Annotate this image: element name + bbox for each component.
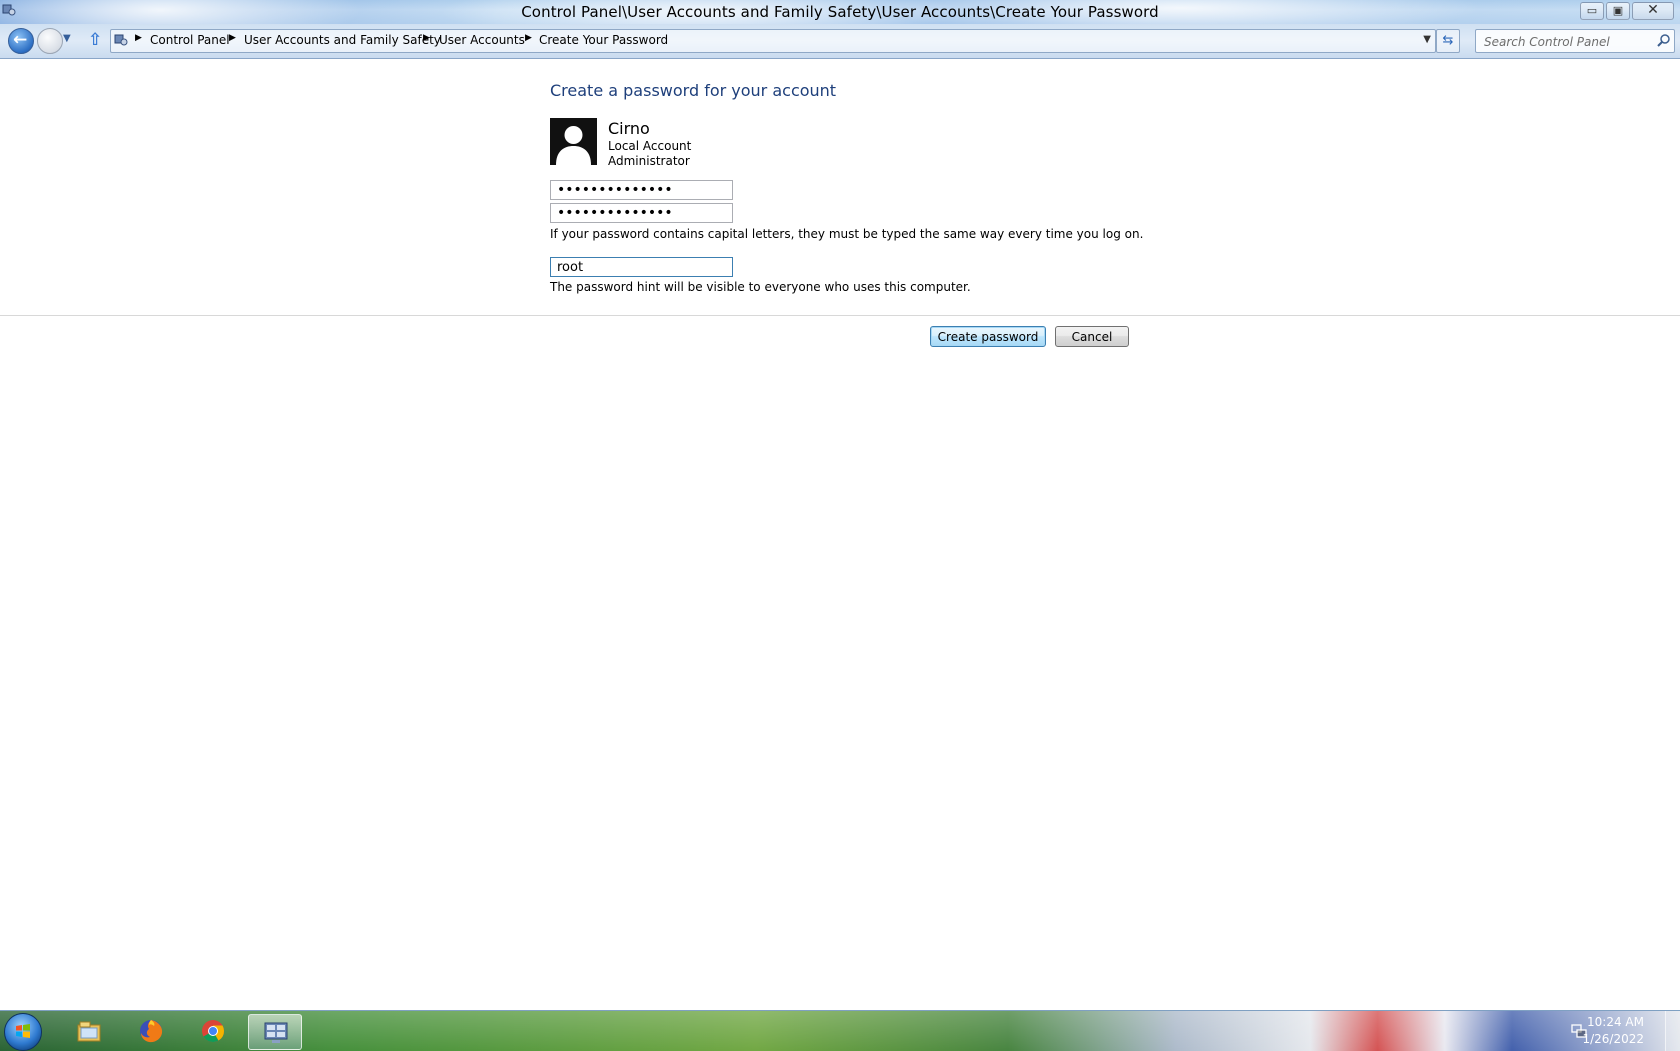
breadcrumb-separator-icon[interactable]: ▶: [423, 33, 430, 43]
back-arrow-icon: ←: [13, 30, 28, 50]
cancel-button[interactable]: Cancel: [1055, 326, 1129, 347]
clock-date[interactable]: 1/26/2022: [1582, 1032, 1644, 1046]
user-avatar: [550, 118, 597, 165]
firefox-icon: [140, 1020, 163, 1043]
breadcrumb-control-panel[interactable]: Control Panel: [150, 33, 230, 47]
password-hint-field[interactable]: [550, 257, 733, 277]
breadcrumb-user-accounts[interactable]: User Accounts: [439, 33, 525, 47]
confirm-password-field[interactable]: [550, 203, 733, 223]
refresh-button[interactable]: ⇆: [1436, 29, 1460, 53]
address-dropdown-icon[interactable]: ▼: [1423, 34, 1431, 45]
breadcrumb-separator-icon[interactable]: ▶: [135, 33, 142, 43]
breadcrumb-separator-icon[interactable]: ▶: [229, 33, 236, 43]
clock-time[interactable]: 10:24 AM: [1587, 1015, 1644, 1029]
taskbar: 10:24 AM 1/26/2022: [0, 1010, 1680, 1051]
new-password-field[interactable]: [550, 180, 733, 200]
window-title: Control Panel\User Accounts and Family S…: [521, 3, 1159, 21]
show-desktop-button[interactable]: [1665, 1011, 1680, 1051]
page-title: Create a password for your account: [550, 81, 837, 100]
address-bar[interactable]: ▶ Control Panel ▶ User Accounts and Fami…: [110, 29, 1436, 53]
taskbar-file-explorer[interactable]: [62, 1014, 114, 1048]
restore-button[interactable]: ▣: [1606, 2, 1630, 20]
control-panel-icon: [114, 34, 128, 46]
windows-logo-icon: [16, 1024, 30, 1038]
breadcrumb-separator-icon[interactable]: ▶: [525, 33, 532, 43]
breadcrumb-user-accounts-family-safety[interactable]: User Accounts and Family Safety: [244, 33, 441, 47]
forward-button[interactable]: [37, 28, 63, 54]
control-panel-icon: [264, 1022, 288, 1043]
main-content: Create a password for your account Cirno…: [0, 59, 1680, 1008]
divider: [0, 315, 1680, 316]
user-silhouette-icon: [550, 118, 597, 165]
search-box[interactable]: [1475, 29, 1675, 53]
back-button[interactable]: ←: [8, 28, 34, 54]
breadcrumb-create-your-password[interactable]: Create Your Password: [539, 33, 668, 47]
chrome-icon: [202, 1020, 224, 1042]
file-explorer-icon: [77, 1021, 101, 1042]
start-button[interactable]: [4, 1013, 42, 1051]
minimize-button[interactable]: ▭: [1580, 2, 1604, 20]
taskbar-control-panel[interactable]: [248, 1014, 302, 1050]
account-role: Administrator: [608, 154, 690, 168]
password-hint-note: The password hint will be visible to eve…: [550, 280, 971, 294]
recent-pages-dropdown-icon[interactable]: ▼: [63, 33, 71, 44]
search-input[interactable]: [1482, 32, 1646, 52]
create-password-button[interactable]: Create password: [930, 326, 1046, 347]
capital-letters-note: If your password contains capital letter…: [550, 227, 1144, 241]
account-name: Cirno: [608, 119, 650, 138]
search-icon[interactable]: [1657, 33, 1671, 47]
navigation-bar: ← ▼ ⇧ ▶ Control Panel ▶ User Accounts an…: [0, 24, 1680, 59]
title-bar: Control Panel\User Accounts and Family S…: [0, 0, 1680, 24]
taskbar-chrome[interactable]: [186, 1014, 238, 1048]
account-type: Local Account: [608, 139, 692, 153]
taskbar-firefox[interactable]: [124, 1014, 176, 1048]
up-arrow-icon[interactable]: ⇧: [88, 30, 102, 50]
close-button[interactable]: ✕: [1632, 2, 1674, 20]
